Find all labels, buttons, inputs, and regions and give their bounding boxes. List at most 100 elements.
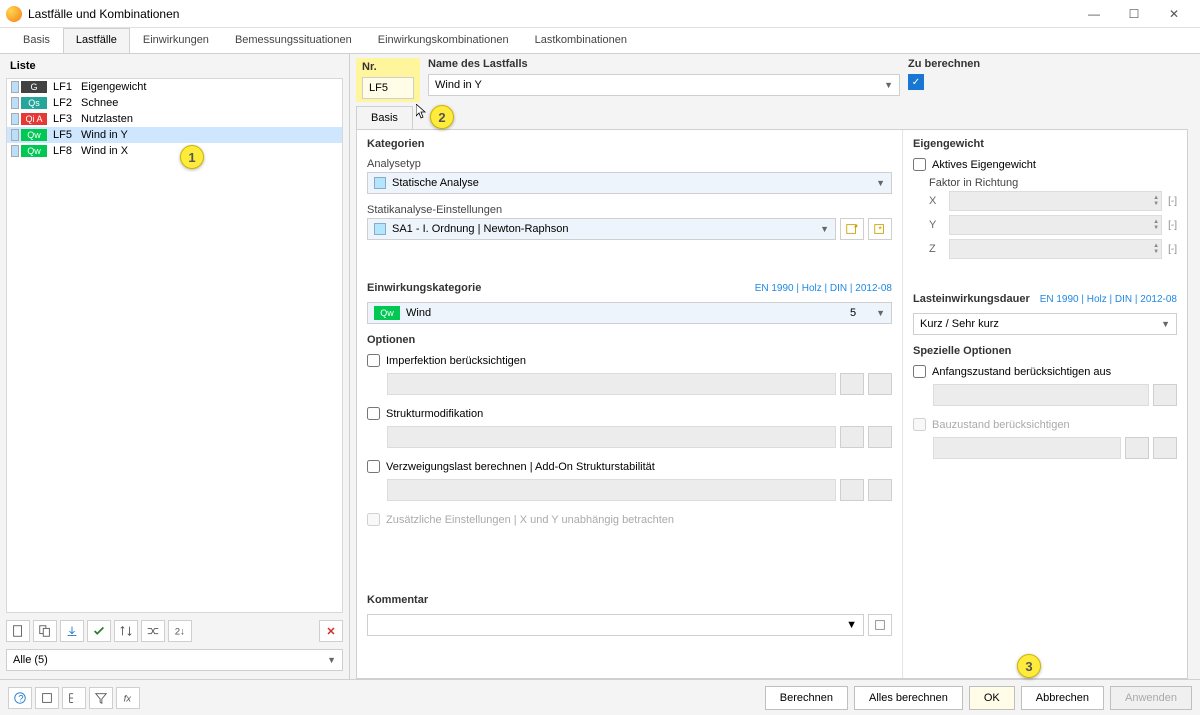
- delete-button[interactable]: ✕: [319, 620, 343, 642]
- shuffle-icon[interactable]: [141, 620, 165, 642]
- initial-field: [933, 384, 1149, 406]
- chevron-down-icon: ▼: [1161, 319, 1170, 329]
- initial-checkbox[interactable]: [913, 365, 926, 378]
- goto-icon[interactable]: [840, 218, 864, 240]
- axis-unit: [-]: [1168, 244, 1177, 255]
- comment-select[interactable]: ▼: [367, 614, 864, 636]
- subtab-basis[interactable]: Basis: [356, 106, 413, 129]
- nr-field[interactable]: LF5: [362, 77, 414, 99]
- loadcase-name: Wind in Y: [81, 129, 128, 141]
- additional-label: Zusätzliche Einstellungen | X und Y unab…: [386, 514, 674, 526]
- maximize-button[interactable]: ☐: [1114, 2, 1154, 26]
- export-icon[interactable]: [60, 620, 84, 642]
- loadcase-code: LF2: [53, 97, 81, 109]
- svg-text:fx: fx: [124, 693, 133, 704]
- left-panel: Liste GLF1EigengewichtQsLF2SchneeQi ALF3…: [0, 54, 350, 679]
- tab-einwirkungskombinationen[interactable]: Einwirkungskombinationen: [365, 28, 522, 53]
- filter-select[interactable]: Alle (5) ▼: [6, 649, 343, 671]
- selfweight-checkbox[interactable]: [913, 158, 926, 171]
- settings-select[interactable]: SA1 - I. Ordnung | Newton-Raphson ▼: [367, 218, 836, 240]
- list-item[interactable]: QwLF5Wind in Y: [7, 127, 342, 143]
- actioncat-num: 5: [850, 307, 856, 319]
- list-item[interactable]: QsLF2Schnee: [7, 95, 342, 111]
- special-title: Spezielle Optionen: [913, 345, 1177, 357]
- axis-row-z: Z▲▼[-]: [929, 239, 1177, 259]
- bifurcation-checkbox[interactable]: [367, 460, 380, 473]
- axis-label: Z: [929, 243, 943, 255]
- option-bifurcation: Verzweigungslast berechnen | Add-On Stru…: [367, 460, 892, 473]
- bifurcation-label: Verzweigungslast berechnen | Add-On Stru…: [386, 461, 655, 473]
- header-calc: Zu berechnen ✓: [908, 58, 1188, 102]
- list-item[interactable]: QwLF8Wind in X: [7, 143, 342, 159]
- tab-basis[interactable]: Basis: [10, 28, 63, 53]
- svg-text:?: ?: [18, 693, 23, 704]
- analysis-select[interactable]: Statische Analyse ▼: [367, 172, 892, 194]
- main-tabs: BasisLastfälleEinwirkungenBemessungssitu…: [0, 28, 1200, 54]
- goto-icon: [1125, 437, 1149, 459]
- calc-checkbox[interactable]: ✓: [908, 74, 924, 90]
- help-icon[interactable]: ?: [8, 687, 32, 709]
- imperfection-checkbox[interactable]: [367, 354, 380, 367]
- new-icon: [868, 479, 892, 501]
- apply-button: Anwenden: [1110, 686, 1192, 710]
- nr-label: Nr.: [362, 61, 414, 73]
- loadcase-name: Nutzlasten: [81, 113, 133, 125]
- category-tag: Qi A: [21, 113, 47, 125]
- tab-einwirkungen[interactable]: Einwirkungen: [130, 28, 222, 53]
- filter-value: Alle (5): [13, 654, 48, 666]
- close-button[interactable]: ✕: [1154, 2, 1194, 26]
- function-icon[interactable]: fx: [116, 687, 140, 709]
- goto-icon: [840, 479, 864, 501]
- loadcase-code: LF8: [53, 145, 81, 157]
- list-item[interactable]: Qi ALF3Nutzlasten: [7, 111, 342, 127]
- construction-label: Bauzustand berücksichtigen: [932, 419, 1070, 431]
- color-swatch: [11, 81, 19, 93]
- calculate-button[interactable]: Berechnen: [765, 686, 848, 710]
- actioncat-title: Einwirkungskategorie: [367, 282, 481, 294]
- structmod-checkbox[interactable]: [367, 407, 380, 420]
- category-tag: Qs: [21, 97, 47, 109]
- tab-lastkombinationen[interactable]: Lastkombinationen: [522, 28, 640, 53]
- category-tag: Qw: [21, 145, 47, 157]
- color-swatch: [11, 97, 19, 109]
- tree-icon[interactable]: [62, 687, 86, 709]
- tab-lastfälle[interactable]: Lastfälle: [63, 28, 130, 53]
- content: Kategorien Analysetyp Statische Analyse …: [356, 129, 1188, 679]
- header-nr: Nr. LF5: [356, 58, 420, 102]
- renumber-icon[interactable]: 2↓: [168, 620, 192, 642]
- subtab-row: Basis: [356, 106, 1188, 129]
- actioncat-select[interactable]: Qw Wind 5 ▼: [367, 302, 892, 324]
- name-field[interactable]: Wind in Y ▼: [428, 74, 900, 96]
- settings-value: SA1 - I. Ordnung | Newton-Raphson: [392, 223, 820, 235]
- new-icon[interactable]: [6, 620, 30, 642]
- loadcase-list[interactable]: GLF1EigengewichtQsLF2SchneeQi ALF3Nutzla…: [6, 78, 343, 613]
- list-title: Liste: [0, 54, 349, 78]
- copy-icon[interactable]: [33, 620, 57, 642]
- calculate-all-button[interactable]: Alles berechnen: [854, 686, 963, 710]
- axis-label: X: [929, 195, 943, 207]
- new-settings-icon[interactable]: *: [868, 218, 892, 240]
- actioncat-value: Wind: [406, 307, 850, 319]
- cancel-button[interactable]: Abbrechen: [1021, 686, 1104, 710]
- new-icon: [868, 426, 892, 448]
- sort-icon[interactable]: [114, 620, 138, 642]
- list-item[interactable]: GLF1Eigengewicht: [7, 79, 342, 95]
- tab-bemessungssituationen[interactable]: Bemessungssituationen: [222, 28, 365, 53]
- check-icon[interactable]: [87, 620, 111, 642]
- duration-title: Lasteinwirkungsdauer: [913, 293, 1030, 305]
- color-swatch: [11, 145, 19, 157]
- minimize-button[interactable]: —: [1074, 2, 1114, 26]
- filter-icon[interactable]: [89, 687, 113, 709]
- svg-text:*: *: [878, 225, 882, 236]
- duration-title-row: Lasteinwirkungsdauer EN 1990 | Holz | DI…: [913, 293, 1177, 305]
- units-icon[interactable]: [35, 687, 59, 709]
- ok-button[interactable]: OK: [969, 686, 1015, 710]
- chevron-down-icon: ▼: [884, 80, 893, 90]
- construction-field: [933, 437, 1121, 459]
- actioncat-title-row: Einwirkungskategorie EN 1990 | Holz | DI…: [367, 282, 892, 294]
- name-label: Name des Lastfalls: [428, 58, 900, 70]
- option-structmod: Strukturmodifikation: [367, 407, 892, 420]
- comment-edit-icon[interactable]: [868, 614, 892, 636]
- actioncat-norm: EN 1990 | Holz | DIN | 2012-08: [755, 283, 892, 294]
- duration-select[interactable]: Kurz / Sehr kurz ▼: [913, 313, 1177, 335]
